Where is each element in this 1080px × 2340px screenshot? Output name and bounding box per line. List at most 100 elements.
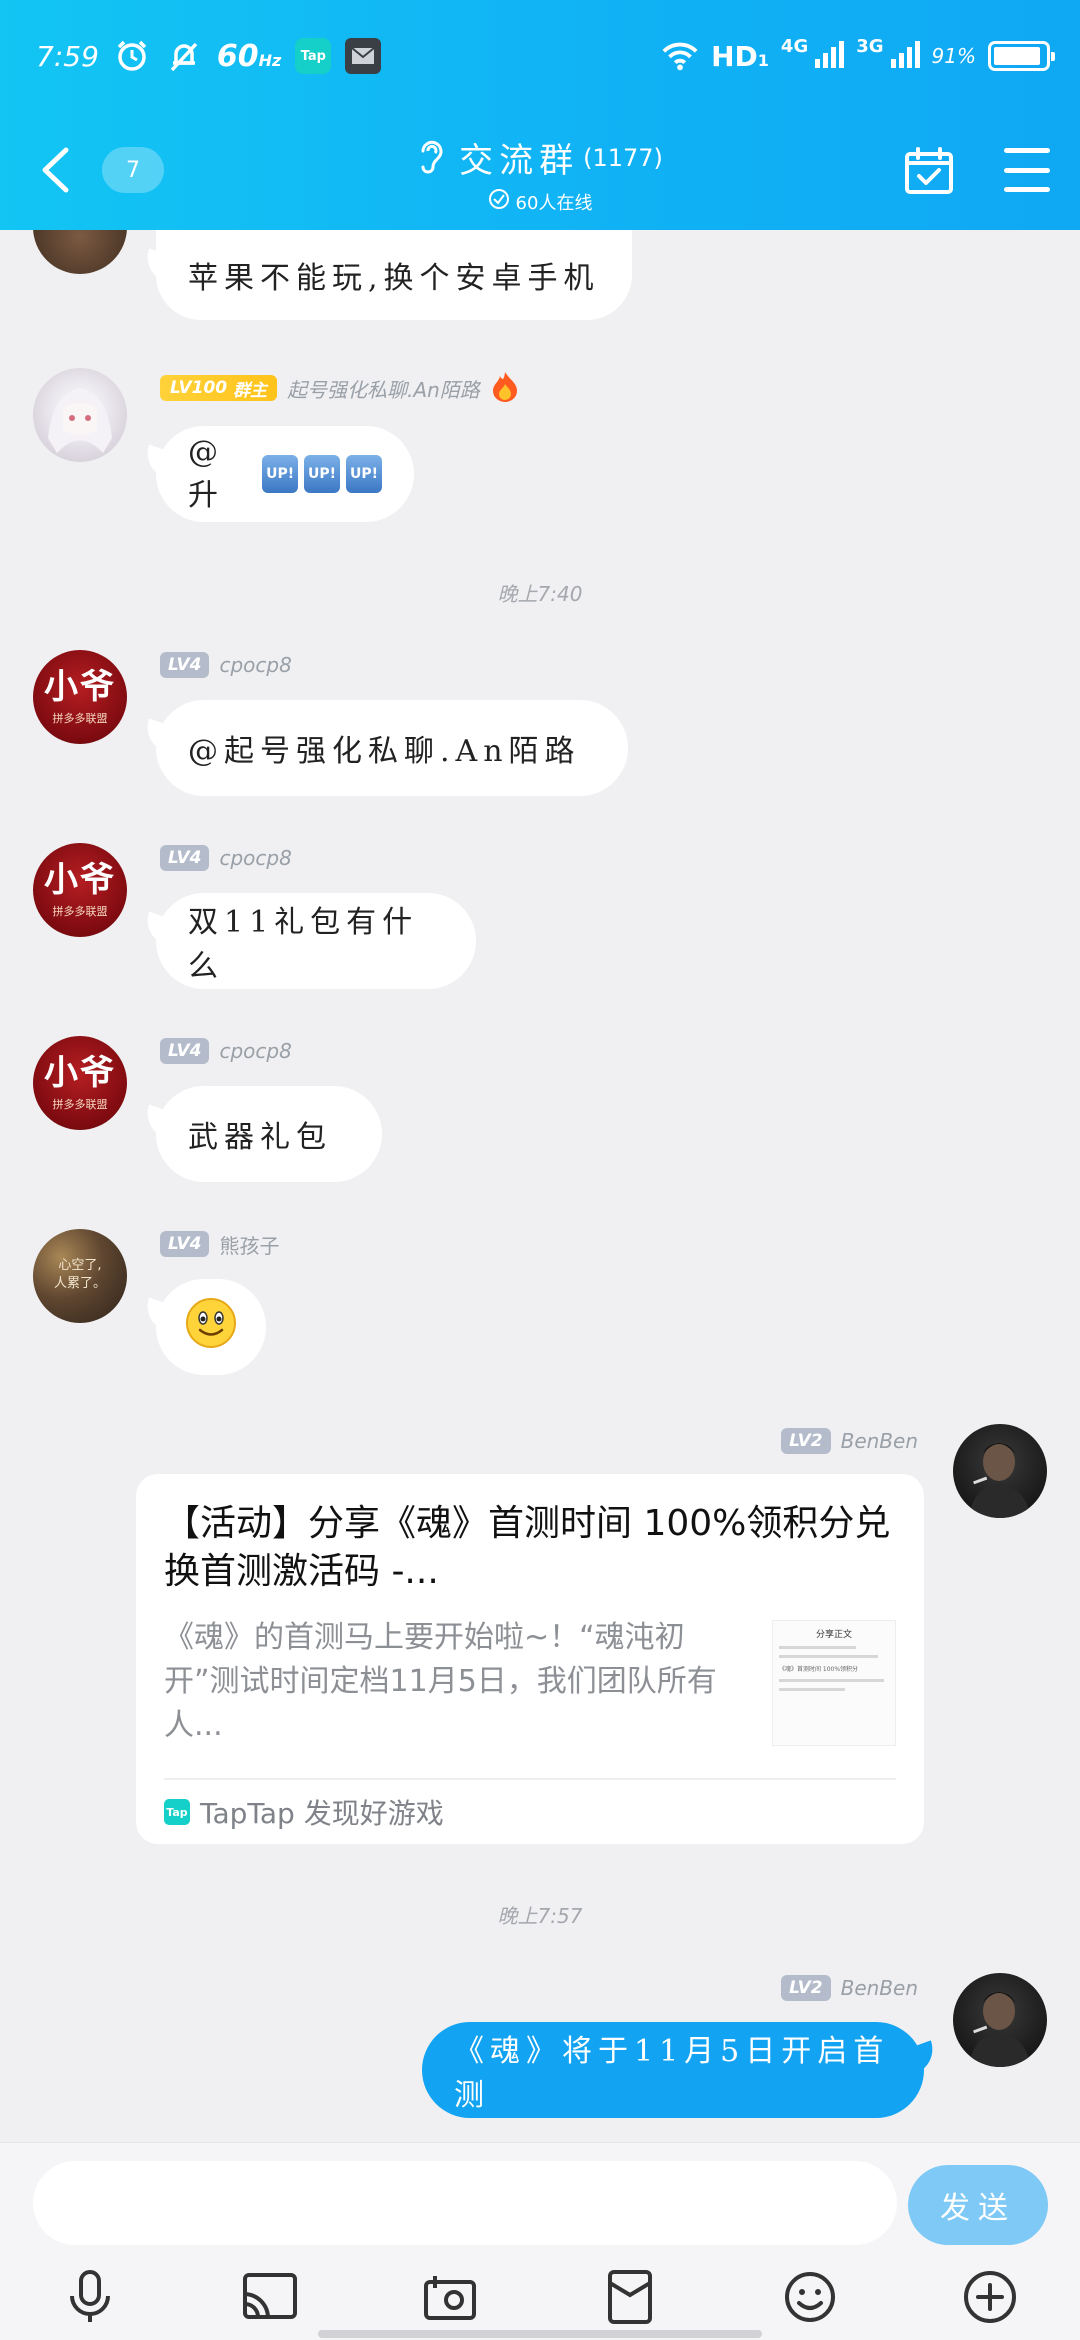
refresh-rate: 60 <box>216 38 259 74</box>
time-separator: 晚上7:57 <box>497 1904 583 1928</box>
message-text: 《魂》将于11月5日开启首测 <box>454 2034 890 2113</box>
level-label: LV100 <box>170 378 228 398</box>
send-button[interactable]: 发送 <box>908 2165 1048 2245</box>
red-envelope-icon <box>608 2270 652 2324</box>
avatar[interactable]: 小爷 拼多多联盟 <box>33 650 127 744</box>
person-silhouette-art <box>969 1443 1031 1518</box>
smile-emoji-icon <box>185 1297 237 1357</box>
avatar-text: 小爷 <box>44 860 116 900</box>
nickname[interactable]: 熊孩子 <box>219 1230 279 1259</box>
nickname[interactable]: 起号强化私聊.An陌路 <box>287 374 480 403</box>
card-description: 《魂》的首测马上要开始啦~！“魂沌初开”测试时间定档11月5日，我们团队所有人.… <box>164 1620 717 1743</box>
my-avatar[interactable] <box>953 1973 1047 2067</box>
up-emoji: UP! <box>304 455 341 493</box>
thumb-caption: 《魂》首测时间 100%领积分 <box>779 1666 859 1673</box>
message-bubble[interactable]: @起号强化私聊.An陌路 <box>156 700 628 796</box>
avatar-text: 小爷 <box>44 667 116 707</box>
message-text: @起号强化私聊.An陌路 <box>188 734 581 769</box>
member-count: (1177) <box>583 143 663 172</box>
message-bubble[interactable]: @升 UP! UP! UP! <box>156 426 414 522</box>
signal-3g-icon <box>890 39 920 73</box>
avatar-text: 心空了, <box>58 1258 102 1273</box>
avatar[interactable] <box>33 230 127 274</box>
menu-line <box>1004 148 1050 153</box>
network-hd-sub: 1 <box>757 50 769 70</box>
more-button[interactable] <box>958 2265 1022 2329</box>
microphone-icon <box>70 2270 110 2322</box>
smile-icon <box>785 2272 835 2322</box>
input-toolbar <box>0 2265 1080 2329</box>
level-badge: LV2 <box>781 1428 831 1454</box>
signal-4g-icon <box>814 39 845 73</box>
level-badge: LV4 <box>160 1231 210 1257</box>
my-avatar[interactable] <box>953 1424 1047 1518</box>
fire-icon <box>490 370 520 406</box>
app-header: 7:59 60Hz Tap HD1 4G 3G 91% 7 交流群 (1177)… <box>0 0 1080 230</box>
avatar-subtext: 拼多多联盟 <box>52 712 108 725</box>
level-badge: LV4 <box>160 652 210 678</box>
role-label: 群主 <box>233 380 268 401</box>
card-thumbnail: 分享正文 《魂》首测时间 100%领积分 <box>772 1620 896 1746</box>
avatar[interactable] <box>33 368 127 462</box>
message-bubble[interactable]: 苹果不能玩,换个安卓手机 <box>156 230 632 320</box>
up-emoji: UP! <box>262 455 299 493</box>
time-separator: 晚上7:40 <box>497 582 583 606</box>
nickname[interactable]: BenBen <box>841 1429 918 1453</box>
level-badge: LV4 <box>160 845 210 871</box>
avatar[interactable]: 心空了, 人累了。 <box>33 1229 127 1323</box>
calendar-check-icon <box>905 147 953 194</box>
message-text: 武器礼包 <box>188 1120 332 1155</box>
menu-line <box>1004 167 1050 173</box>
network-3g: 3G <box>856 36 884 57</box>
camera-icon <box>424 2276 476 2320</box>
message-bubble[interactable]: 武器礼包 <box>156 1086 382 1182</box>
menu-line <box>1004 187 1050 192</box>
level-badge: LV4 <box>160 1038 210 1064</box>
chat-input-bar: 发送 <box>0 2142 1080 2340</box>
nickname[interactable]: cpocp8 <box>219 653 291 677</box>
battery-percent: 91% <box>931 44 976 68</box>
avatar-text: 人累了。 <box>53 1276 106 1291</box>
taptap-notification-icon: Tap <box>295 38 332 74</box>
calendar-checkin-button[interactable] <box>904 146 954 196</box>
nickname[interactable]: BenBen <box>841 1976 918 2000</box>
photo-button[interactable] <box>418 2265 482 2329</box>
group-title: 交流群 <box>459 141 580 181</box>
mute-bell-icon <box>165 37 203 75</box>
shared-link-card[interactable]: 【活动】分享《魂》首测时间 100%领积分兑换首测激活码 -... 《魂》的首测… <box>136 1474 924 1844</box>
home-indicator[interactable] <box>318 2330 762 2338</box>
nickname[interactable]: cpocp8 <box>219 846 291 870</box>
message-text: @升 <box>188 434 224 513</box>
plus-icon <box>964 2271 1016 2323</box>
menu-button[interactable] <box>1004 148 1050 192</box>
thumb-title: 分享正文 <box>815 1630 852 1640</box>
wifi-icon <box>661 37 699 75</box>
taptap-logo-icon: Tap <box>164 1799 190 1825</box>
avatar-text: 小爷 <box>44 1053 116 1093</box>
message-bubble[interactable]: 双11礼包有什么 <box>156 893 476 989</box>
emoji-button[interactable] <box>778 2265 842 2329</box>
online-check-icon <box>488 188 510 215</box>
screen-cast-button[interactable] <box>238 2265 302 2329</box>
nickname[interactable]: cpocp8 <box>219 1039 291 1063</box>
battery-icon <box>988 41 1055 71</box>
avatar-subtext: 拼多多联盟 <box>52 905 108 918</box>
alarm-icon <box>113 37 151 75</box>
message-input[interactable] <box>33 2161 897 2245</box>
avatar-subtext: 拼多多联盟 <box>52 1098 108 1111</box>
ear-icon <box>417 137 445 179</box>
my-message-bubble[interactable]: 《魂》将于11月5日开启首测 <box>422 2022 924 2118</box>
up-emoji: UP! <box>346 455 382 493</box>
red-envelope-button[interactable] <box>598 2265 662 2329</box>
message-text: 苹果不能玩,换个安卓手机 <box>188 261 600 296</box>
chat-message-list[interactable]: 苹果不能玩,换个安卓手机 LV100 群主 起号强化私聊.An陌路 @升 UP!… <box>0 230 1080 2142</box>
avatar[interactable]: 小爷 拼多多联盟 <box>33 1036 127 1130</box>
online-status: 60人在线 <box>515 192 593 214</box>
person-silhouette-art <box>969 1992 1031 2067</box>
message-bubble[interactable] <box>156 1279 266 1375</box>
card-source: TapTap 发现好游戏 <box>200 1797 444 1830</box>
voice-button[interactable] <box>58 2265 122 2329</box>
anime-girl-avatar-art <box>48 388 112 453</box>
avatar[interactable]: 小爷 拼多多联盟 <box>33 843 127 937</box>
network-4g: 4G <box>780 36 809 57</box>
